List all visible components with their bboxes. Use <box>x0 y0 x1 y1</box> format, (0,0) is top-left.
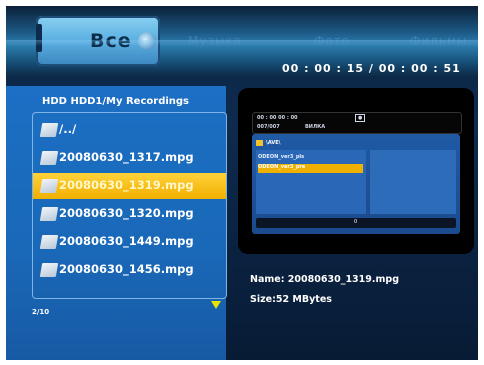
video-file-icon <box>39 235 59 249</box>
tab-left-bracket-icon <box>36 24 42 52</box>
list-item-label: 20080630_1319.mpg <box>59 178 194 192</box>
list-item-label: /../ <box>59 122 77 136</box>
tab-movies[interactable]: Фильмы <box>410 34 467 48</box>
preview-window: 00 : 00 00 : 00 007/007 ВИЛКА ● \AVE\ OD… <box>238 88 474 254</box>
preview-status-bar: 00 : 00 00 : 00 007/007 ВИЛКА ● <box>252 112 462 134</box>
media-player-screen: Все Музыка Фото Фильмы 00 : 00 : 15 / 00… <box>6 6 478 360</box>
tab-all[interactable]: Все <box>36 16 160 66</box>
file-browser-panel: HDD HDD1/My Recordings /../ 20080630_131… <box>6 86 227 360</box>
video-file-icon <box>39 263 59 277</box>
tab-movies-label: Фильмы <box>410 34 468 48</box>
preview-file-browser: \AVE\ ODEON_ver3_pls ODEON_ver3_pre 0 <box>252 134 460 234</box>
list-item[interactable]: /../ <box>33 117 226 143</box>
preview-track: 007/007 <box>257 124 280 130</box>
tab-photo-label: Фото <box>314 34 351 48</box>
page-count: 2/10 <box>32 308 50 316</box>
record-icon: ● <box>355 114 366 122</box>
list-item[interactable]: 20080630_1456.mpg <box>33 257 226 283</box>
tab-music[interactable]: Музыка <box>188 34 242 48</box>
breadcrumb: HDD HDD1/My Recordings <box>42 96 190 107</box>
video-file-icon <box>39 207 59 221</box>
list-item[interactable]: 20080630_1449.mpg <box>33 229 226 255</box>
file-size-info: Size:52 MBytes <box>250 294 332 305</box>
preview-bar-text: 0 <box>354 219 358 225</box>
file-name-info: Name: 20080630_1319.mpg <box>250 274 399 285</box>
tab-music-label: Музыка <box>188 34 242 48</box>
video-file-icon <box>39 151 59 165</box>
preview-time: 00 : 00 00 : 00 <box>257 115 298 121</box>
list-item-label: 20080630_1320.mpg <box>59 206 194 220</box>
list-item-label: 20080630_1317.mpg <box>59 150 194 164</box>
tab-all-label: Все <box>90 30 132 52</box>
list-item[interactable]: 20080630_1320.mpg <box>33 201 226 227</box>
preview-list-item: ODEON_ver3_pls <box>258 154 305 160</box>
preview-progress-bar: 0 <box>256 218 456 228</box>
video-file-icon <box>39 179 59 193</box>
file-list: /../ 20080630_1317.mpg 20080630_1319.mpg… <box>32 112 227 299</box>
tab-orb-icon <box>138 32 156 50</box>
tab-photo[interactable]: Фото <box>314 34 350 48</box>
preview-thumbnail <box>370 150 456 214</box>
preview-list: ODEON_ver3_pls ODEON_ver3_pre <box>256 150 366 214</box>
preview-folder: \AVE\ <box>266 140 281 146</box>
list-item-label: 20080630_1449.mpg <box>59 234 194 248</box>
list-item-label: 20080630_1456.mpg <box>59 262 194 276</box>
list-item-selected[interactable]: 20080630_1319.mpg <box>33 173 226 199</box>
folder-up-icon <box>39 123 59 137</box>
folder-icon <box>256 140 263 146</box>
preview-list-item-selected: ODEON_ver3_pre <box>258 164 363 173</box>
preview-label: ВИЛКА <box>305 124 326 130</box>
list-item[interactable]: 20080630_1317.mpg <box>33 145 226 171</box>
scroll-down-icon[interactable] <box>211 301 221 309</box>
playback-time: 00 : 00 : 15 / 00 : 00 : 51 <box>282 62 461 75</box>
